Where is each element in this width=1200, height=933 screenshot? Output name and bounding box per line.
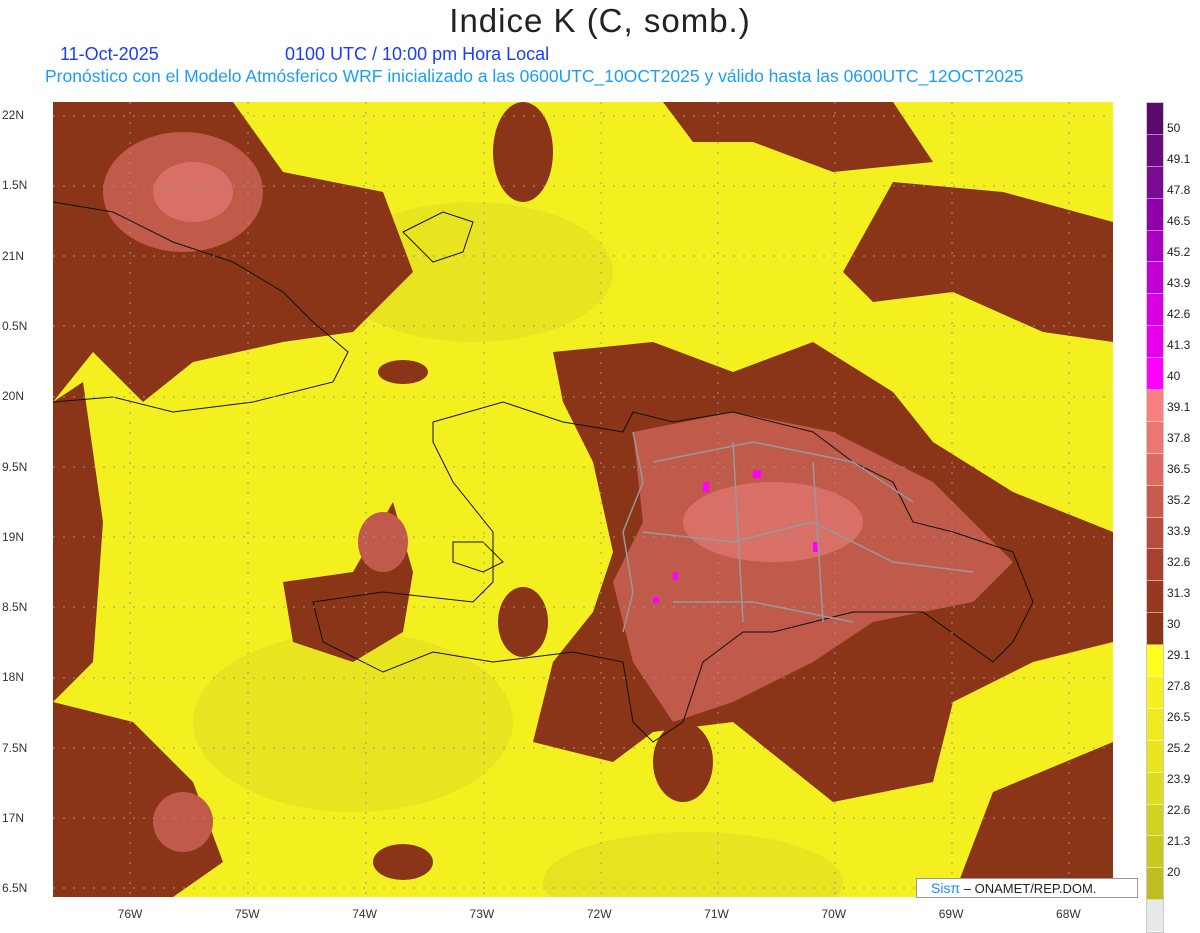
colorbar-bin xyxy=(1147,868,1163,901)
lat-tick-label: 1.5N xyxy=(2,178,28,193)
colorbar-label: 31.3 xyxy=(1167,586,1191,600)
colorbar-label: 26.5 xyxy=(1167,710,1191,724)
colorbar xyxy=(1146,102,1164,933)
colorbar-bin xyxy=(1147,326,1163,359)
colorbar-bin xyxy=(1147,517,1163,550)
colorbar-label: 21.3 xyxy=(1167,834,1191,848)
colorbar-label: 30 xyxy=(1167,617,1181,631)
colorbar-label: 36.5 xyxy=(1167,462,1191,476)
lon-tick-label: 71W xyxy=(704,907,729,921)
colorbar-label: 46.5 xyxy=(1167,214,1191,228)
lat-tick-label: 17N xyxy=(2,811,25,825)
colorbar-label: 29.1 xyxy=(1167,648,1191,662)
colorbar-bin xyxy=(1147,740,1163,773)
colorbar-bin xyxy=(1147,645,1163,678)
colorbar-bin xyxy=(1147,772,1163,805)
lon-tick-label: 68W xyxy=(1056,907,1081,921)
lat-tick-label: 21N xyxy=(2,248,25,263)
colorbar-label: 23.9 xyxy=(1167,772,1191,786)
colorbar-label: 33.9 xyxy=(1167,524,1191,538)
lon-tick-label: 70W xyxy=(821,907,847,921)
lat-tick-label: 19N xyxy=(2,529,25,544)
colorbar-label: 32.6 xyxy=(1167,555,1191,569)
lon-tick-label: 69W xyxy=(938,907,964,921)
sispi-logo: Sisπ xyxy=(931,880,961,896)
lat-tick-label: 0.5N xyxy=(2,318,28,333)
colorbar-label: 25.2 xyxy=(1167,741,1191,755)
colorbar-label: 27.8 xyxy=(1167,679,1191,693)
lat-tick-label: 8.5N xyxy=(2,600,28,615)
colorbar-bin xyxy=(1147,421,1163,454)
forecast-time: 0100 UTC / 10:00 pm Hora Local xyxy=(285,44,550,64)
credit-badge: Sisπ – ONAMET/REP.DOM. xyxy=(916,878,1138,898)
lat-tick-label: 6.5N xyxy=(2,881,28,896)
model-description: Pronóstico con el Modelo Atmósferico WRF… xyxy=(45,66,1024,86)
lon-tick-label: 76W xyxy=(117,907,143,921)
colorbar-label: 41.3 xyxy=(1167,338,1191,352)
colorbar-bin xyxy=(1147,900,1163,933)
forecast-date: 11-Oct-2025 xyxy=(60,44,159,64)
lat-tick-label: 18N xyxy=(2,670,25,685)
lat-tick-label: 7.5N xyxy=(2,740,28,755)
lon-tick-label: 74W xyxy=(352,907,377,921)
credit-text: – ONAMET/REP.DOM. xyxy=(963,881,1097,896)
colorbar-bin xyxy=(1147,708,1163,741)
lon-tick-label: 72W xyxy=(586,907,612,921)
colorbar-bin xyxy=(1147,453,1163,486)
lat-tick-label: 22N xyxy=(2,108,25,122)
colorbar-bin xyxy=(1147,103,1163,135)
colorbar-bin xyxy=(1147,294,1163,327)
lat-tick-label: 9.5N xyxy=(2,459,28,474)
colorbar-bin xyxy=(1147,677,1163,709)
colorbar-label: 50 xyxy=(1167,121,1181,135)
colorbar-label: 45.2 xyxy=(1167,245,1191,259)
colorbar-bin xyxy=(1147,262,1163,295)
colorbar-bin xyxy=(1147,230,1163,263)
lon-tick-label: 75W xyxy=(234,907,260,921)
colorbar-label: 49.1 xyxy=(1167,152,1191,166)
lon-tick-label: 73W xyxy=(469,907,495,921)
colorbar-label: 42.6 xyxy=(1167,307,1191,321)
colorbar-label: 43.9 xyxy=(1167,276,1191,290)
colorbar-bin xyxy=(1147,804,1163,837)
colorbar-bin xyxy=(1147,390,1163,422)
colorbar-bin xyxy=(1147,166,1163,199)
colorbar-bin xyxy=(1147,485,1163,518)
colorbar-bin xyxy=(1147,358,1163,391)
map-title: Indice K (C, somb.) xyxy=(449,2,751,39)
k-index-map xyxy=(53,102,1113,897)
colorbar-bin xyxy=(1147,549,1163,582)
colorbar-label: 39.1 xyxy=(1167,400,1191,414)
lat-tick-label: 20N xyxy=(2,389,25,404)
colorbar-label: 20 xyxy=(1167,865,1181,879)
colorbar-bin xyxy=(1147,836,1163,869)
colorbar-label: 37.8 xyxy=(1167,431,1191,445)
colorbar-label: 35.2 xyxy=(1167,493,1191,507)
colorbar-bin xyxy=(1147,581,1163,614)
colorbar-bin xyxy=(1147,134,1163,167)
colorbar-label: 47.8 xyxy=(1167,183,1191,197)
colorbar-bin xyxy=(1147,198,1163,231)
colorbar-label: 22.6 xyxy=(1167,803,1191,817)
colorbar-label: 40 xyxy=(1167,369,1181,383)
colorbar-bin xyxy=(1147,613,1163,646)
